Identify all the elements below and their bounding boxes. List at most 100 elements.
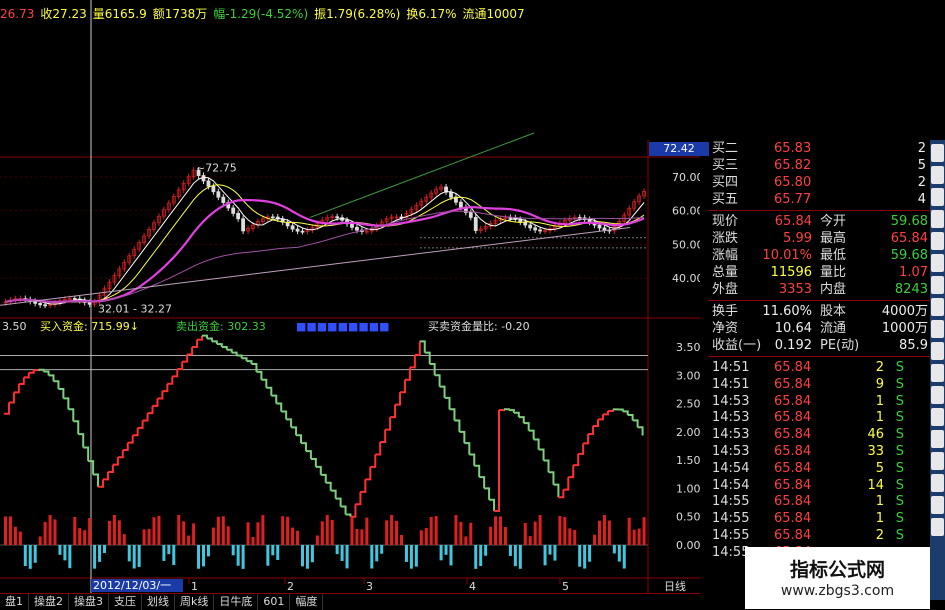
histogram-bar-positive — [256, 522, 259, 545]
oscillator-step — [113, 457, 118, 464]
histogram-bar-positive — [494, 516, 497, 545]
tick-volume: 2 — [876, 527, 884, 544]
tick-time: 14:55 — [712, 544, 749, 561]
bottom-tab[interactable]: 操盘2 — [29, 594, 69, 610]
histogram-bar-positive — [454, 515, 457, 545]
oscillator-step — [499, 409, 504, 410]
histogram-bar-positive — [499, 517, 502, 545]
histogram-bar-negative — [276, 545, 279, 560]
bottom-tab[interactable]: 幅度 — [290, 594, 323, 610]
candle-body — [296, 229, 299, 231]
tool-icon[interactable] — [931, 210, 944, 228]
separator — [708, 356, 930, 357]
histogram-bar-positive — [331, 520, 334, 545]
buy-funds-label: 买入资金: 715.99↓ — [40, 319, 139, 333]
tool-icon[interactable] — [931, 276, 944, 294]
bottom-tab[interactable]: 盘1 — [0, 594, 29, 610]
tick-time: 14:53 — [712, 443, 749, 460]
tool-icon[interactable] — [931, 188, 944, 206]
bottom-tab[interactable]: 操盘3 — [69, 594, 109, 610]
tool-icon[interactable] — [931, 254, 944, 272]
histogram-bar-positive — [39, 536, 42, 545]
watermark-title: 指标公式网 — [745, 555, 930, 582]
histogram-bar-positive — [88, 518, 91, 545]
oscillator-step — [563, 477, 568, 489]
price-axis-label: 40.00 — [672, 272, 700, 285]
histogram-bar-negative — [346, 545, 349, 568]
candle-body — [336, 217, 339, 218]
fundamental-value: 0.192 — [775, 337, 812, 354]
oscillator-step — [479, 477, 484, 488]
tick-time: 14:53 — [712, 426, 749, 443]
bottom-tab[interactable]: 支压 — [109, 594, 142, 610]
histogram-bar-positive — [227, 526, 230, 545]
tool-icon[interactable] — [931, 364, 944, 382]
stat-label: 涨跌 — [712, 230, 738, 247]
oscillator-step — [370, 454, 375, 466]
quote-panel: 买二65.832买三65.825买四65.802买五65.774现价65.84今… — [708, 140, 930, 560]
histogram-bar-negative — [623, 545, 626, 569]
trend-line — [310, 133, 534, 217]
side-toolbar[interactable] — [930, 140, 945, 600]
tick-row: 14:5365.841S — [708, 393, 930, 410]
histogram-bar-positive — [212, 528, 215, 545]
histogram-bar-negative — [29, 545, 32, 569]
oscillator-step — [54, 381, 59, 389]
histogram-bar-positive — [54, 519, 57, 545]
tick-side: S — [896, 493, 904, 510]
fundamental-label: 收益(一) — [712, 337, 761, 354]
tool-icon[interactable] — [931, 496, 944, 514]
histogram-bar-positive — [261, 515, 264, 545]
price-axis-label: 50.00 — [672, 238, 700, 251]
oscillator-step — [103, 472, 108, 479]
tool-icon[interactable] — [931, 430, 944, 448]
histogram-bar-negative — [415, 545, 418, 567]
tool-icon[interactable] — [931, 386, 944, 404]
bottom-tab[interactable]: 周k线 — [175, 594, 214, 610]
tick-row: 14:5165.842S — [708, 359, 930, 376]
tick-row: 14:5365.8433S — [708, 443, 930, 460]
tick-side: S — [896, 409, 904, 426]
tool-icon[interactable] — [931, 298, 944, 316]
histogram-bar-positive — [148, 529, 151, 545]
oscillator-step — [415, 341, 420, 355]
tool-icon[interactable] — [931, 408, 944, 426]
tool-icon[interactable] — [931, 232, 944, 250]
indicator-axis-label: 0.00 — [676, 539, 700, 552]
stat-value: 8243 — [895, 281, 928, 298]
histogram-bar-positive — [73, 517, 76, 545]
oscillator-step — [148, 406, 153, 413]
bottom-tab[interactable]: 日牛底 — [214, 594, 258, 610]
histogram-bar-positive — [593, 535, 596, 545]
tool-icon[interactable] — [931, 342, 944, 360]
histogram-bar-positive — [113, 515, 116, 545]
candle-body — [469, 212, 472, 217]
stat-label: 今开 — [820, 213, 846, 230]
tool-icon[interactable] — [931, 144, 944, 162]
bottom-tab[interactable]: 划线 — [142, 594, 175, 610]
histogram-bar-negative — [311, 545, 314, 562]
stock-chart[interactable]: 70.0060.0050.0040.003.503.002.502.001.50… — [0, 0, 700, 609]
tool-icon[interactable] — [931, 474, 944, 492]
tool-icon[interactable] — [931, 452, 944, 470]
separator — [708, 300, 930, 301]
tick-row: 14:5465.8414S — [708, 477, 930, 494]
tick-side: S — [896, 527, 904, 544]
candle-body — [222, 197, 225, 202]
oscillator-step — [306, 451, 311, 459]
oscillator-step — [410, 355, 415, 367]
tool-icon[interactable] — [931, 320, 944, 338]
tool-icon[interactable] — [931, 518, 944, 536]
oscillator-step — [78, 434, 83, 447]
bottom-tab[interactable]: 601 — [258, 594, 290, 610]
tick-price: 65.84 — [774, 393, 811, 410]
tool-icon[interactable] — [931, 166, 944, 184]
oscillator-step — [553, 485, 558, 498]
oscillator-step — [321, 475, 326, 483]
histogram-bar-positive — [177, 515, 180, 545]
histogram-bar-positive — [123, 534, 126, 545]
fundamental-label: PE(动) — [820, 337, 859, 354]
candle-body — [534, 228, 537, 230]
oscillator-step — [217, 344, 222, 347]
histogram-bar-positive — [598, 521, 601, 545]
